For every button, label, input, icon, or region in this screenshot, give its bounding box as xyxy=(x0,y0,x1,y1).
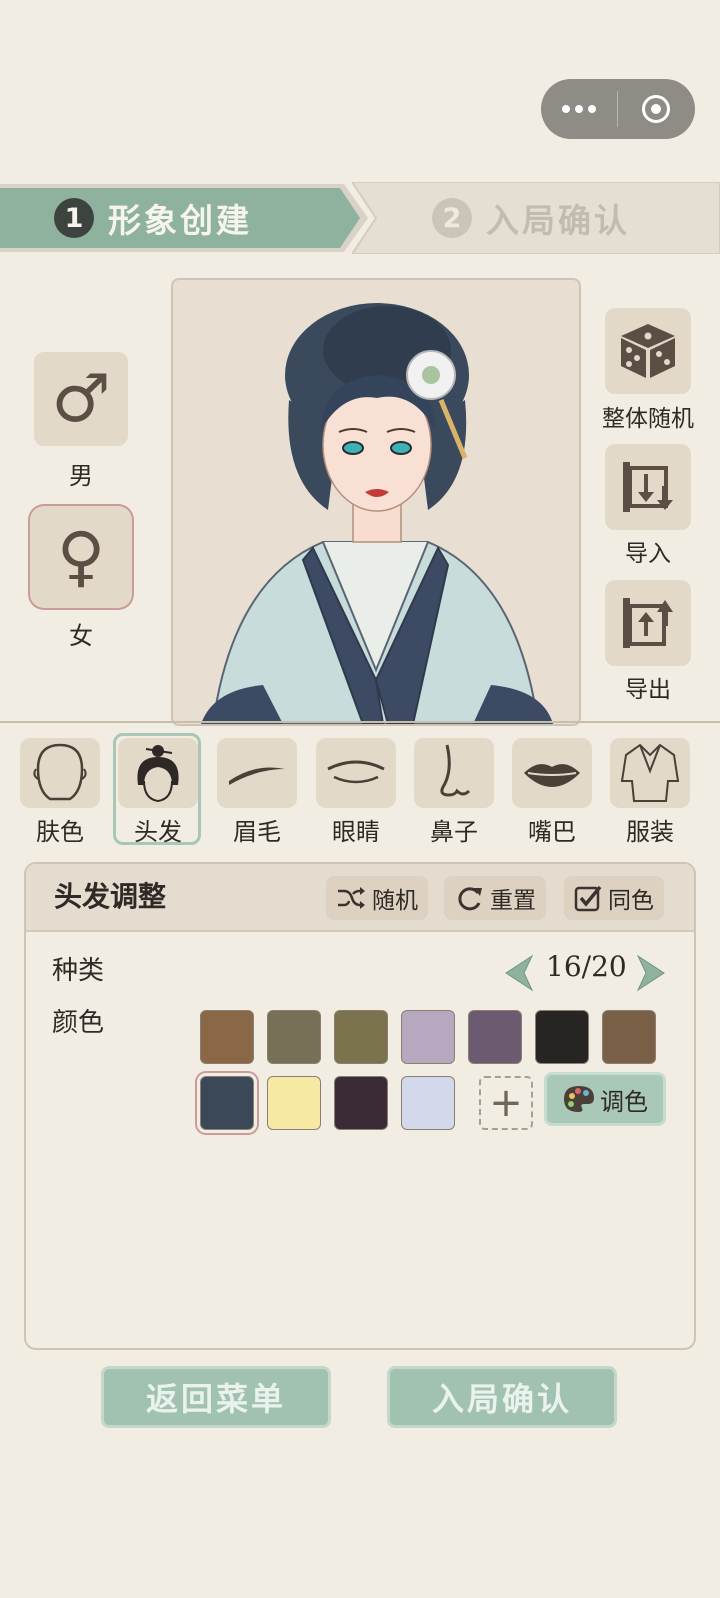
dice-icon xyxy=(621,324,675,378)
miniprogram-capsule xyxy=(541,79,695,139)
step-1-current: 1 形象创建 xyxy=(54,182,252,254)
add-color-button[interactable]: + xyxy=(479,1076,533,1130)
import-button[interactable] xyxy=(605,444,691,530)
type-label: 种类 xyxy=(52,956,105,986)
female-label: 女 xyxy=(69,622,93,650)
color-swatch[interactable] xyxy=(334,1076,388,1130)
back-to-menu-label: 返回菜单 xyxy=(145,1380,286,1418)
feature-tab-skin[interactable] xyxy=(20,738,100,808)
feature-label-clothing: 服装 xyxy=(626,818,674,846)
feature-tab-eyes[interactable] xyxy=(316,738,396,808)
step-2-label: 入局确认 xyxy=(486,201,630,240)
palette-icon xyxy=(564,1086,594,1112)
export-button[interactable] xyxy=(605,580,691,666)
section-divider xyxy=(0,721,720,723)
confirm-enter-button[interactable]: 入局确认 xyxy=(387,1366,617,1428)
feature-label-eyes: 眼睛 xyxy=(332,818,380,846)
random-button[interactable]: 随机 xyxy=(326,876,428,920)
feature-tab-hair[interactable] xyxy=(118,738,198,808)
face-icon xyxy=(33,743,87,801)
color-swatch-selected[interactable] xyxy=(200,1076,254,1130)
palette-label: 调色 xyxy=(600,1087,648,1116)
type-counter: 16/20 xyxy=(546,950,627,983)
color-swatch[interactable] xyxy=(267,1010,321,1064)
close-miniprogram-icon[interactable] xyxy=(618,79,694,139)
color-swatch[interactable] xyxy=(535,1010,589,1064)
next-type-arrow-icon[interactable] xyxy=(634,954,668,992)
same-color-toggle[interactable]: 同色 xyxy=(564,876,664,920)
export-scroll-icon xyxy=(623,598,673,648)
hair-icon xyxy=(137,745,179,803)
color-swatch[interactable] xyxy=(401,1076,455,1130)
female-button[interactable]: ♀ xyxy=(34,510,128,604)
reset-label: 重置 xyxy=(490,888,536,914)
panel-header: 头发调整 随机 重置 同色 xyxy=(26,864,694,932)
step-2-number: 2 xyxy=(432,198,472,238)
color-swatch[interactable] xyxy=(267,1076,321,1130)
female-icon: ♀ xyxy=(56,518,106,595)
feature-label-skin: 肤色 xyxy=(36,818,84,846)
step-1-number: 1 xyxy=(54,198,94,238)
eye-icon xyxy=(327,760,385,784)
step-1-label: 形象创建 xyxy=(108,201,252,240)
checkbox-checked-icon xyxy=(574,885,602,912)
plus-icon: + xyxy=(489,1080,523,1126)
random-all-button[interactable] xyxy=(605,308,691,394)
character-illustration xyxy=(201,303,553,724)
color-swatch[interactable] xyxy=(401,1010,455,1064)
confirm-enter-label: 入局确认 xyxy=(431,1380,572,1418)
more-menu-icon[interactable] xyxy=(541,79,617,139)
step-2: 2 入局确认 xyxy=(432,182,630,254)
lips-icon xyxy=(524,764,580,787)
feature-label-mouth: 嘴巴 xyxy=(528,818,576,846)
feature-label-eyebrow: 眉毛 xyxy=(233,818,281,846)
feature-tab-clothing[interactable] xyxy=(610,738,690,808)
import-label: 导入 xyxy=(625,541,671,567)
random-label: 随机 xyxy=(372,888,418,914)
color-swatch[interactable] xyxy=(468,1010,522,1064)
export-label: 导出 xyxy=(625,677,671,703)
color-swatch[interactable] xyxy=(602,1010,656,1064)
male-button[interactable]: ♂ xyxy=(34,352,128,446)
random-all-label: 整体随机 xyxy=(602,406,694,432)
eyebrow-icon xyxy=(229,767,285,785)
male-label: 男 xyxy=(69,462,93,490)
panel-title: 头发调整 xyxy=(54,880,167,913)
reset-icon xyxy=(458,887,482,911)
character-portrait xyxy=(171,278,581,726)
palette-button[interactable]: 调色 xyxy=(544,1072,666,1126)
male-icon: ♂ xyxy=(51,360,111,437)
back-to-menu-button[interactable]: 返回菜单 xyxy=(101,1366,331,1428)
color-swatch[interactable] xyxy=(334,1010,388,1064)
feature-tab-eyebrow[interactable] xyxy=(217,738,297,808)
hair-adjust-panel: 头发调整 随机 重置 同色 种类 16/20 颜色 + 调色 xyxy=(24,862,696,1350)
robe-icon xyxy=(620,743,680,802)
reset-button[interactable]: 重置 xyxy=(444,876,546,920)
step-bar: 1 形象创建 2 入局确认 xyxy=(0,182,720,254)
same-color-label: 同色 xyxy=(608,888,654,914)
feature-label-hair: 头发 xyxy=(134,818,182,846)
prev-type-arrow-icon[interactable] xyxy=(502,954,536,992)
import-scroll-icon xyxy=(623,462,673,512)
feature-tab-nose[interactable] xyxy=(414,738,494,808)
color-label: 颜色 xyxy=(52,1008,105,1038)
feature-label-nose: 鼻子 xyxy=(430,818,478,846)
feature-tab-mouth[interactable] xyxy=(512,738,592,808)
shuffle-icon xyxy=(338,887,365,909)
color-swatch[interactable] xyxy=(200,1010,254,1064)
nose-icon xyxy=(440,744,471,797)
